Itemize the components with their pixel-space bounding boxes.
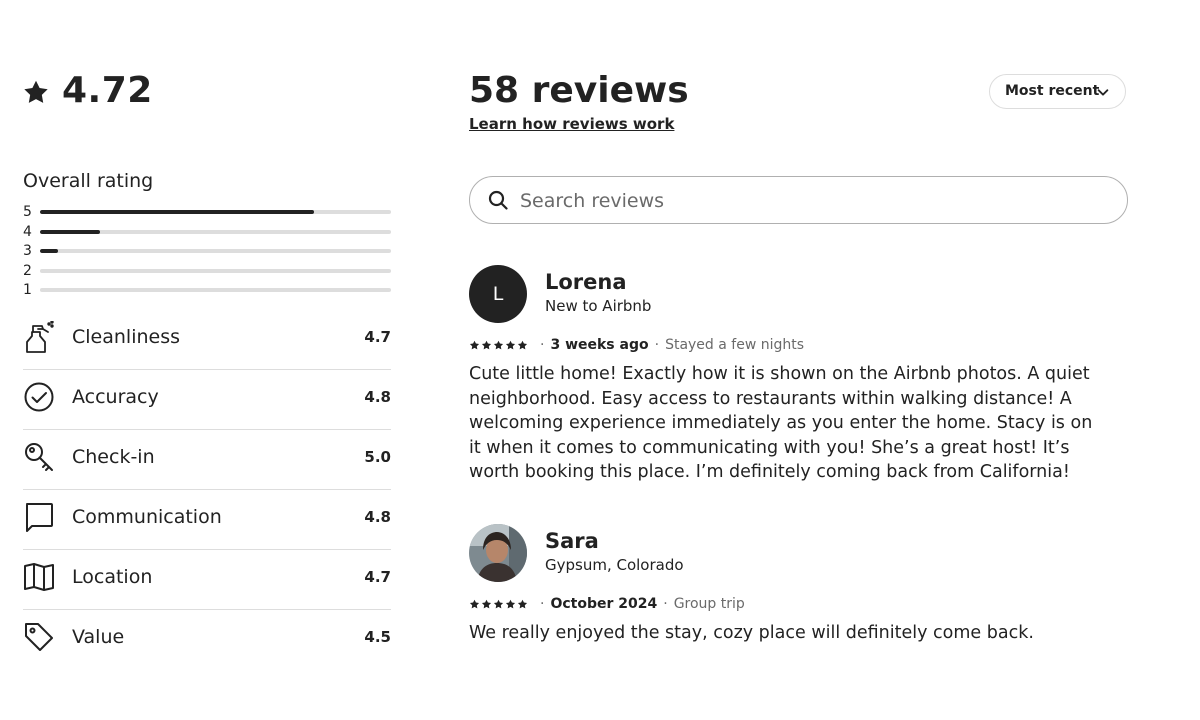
rating-bar bbox=[40, 269, 391, 273]
overall-rating-title: Overall rating bbox=[23, 170, 154, 192]
map-icon bbox=[24, 563, 54, 591]
category-label: Communication bbox=[72, 506, 222, 528]
category-label: Value bbox=[72, 626, 125, 648]
category-label: Accuracy bbox=[72, 386, 159, 408]
rating-bar bbox=[40, 249, 391, 253]
reviewer-name: Sara bbox=[545, 529, 599, 553]
rating-bar bbox=[40, 288, 391, 292]
rating-distribution-row: 4 bbox=[23, 222, 391, 242]
category-score: 4.7 bbox=[364, 568, 391, 586]
stay-type: Group trip bbox=[673, 596, 745, 612]
reviewer-subtitle: Gypsum, Colorado bbox=[545, 556, 684, 574]
category-score: 4.5 bbox=[364, 628, 391, 646]
category-cleanliness: Cleanliness 4.7 bbox=[23, 309, 391, 369]
star-icon bbox=[493, 340, 504, 349]
rating-star-number: 2 bbox=[23, 263, 32, 279]
star-icon bbox=[505, 599, 516, 608]
avatar[interactable] bbox=[469, 524, 527, 582]
rating-star-number: 5 bbox=[23, 204, 32, 220]
rating-bar-fill bbox=[40, 230, 100, 234]
category-accuracy: Accuracy 4.8 bbox=[23, 369, 391, 429]
avatar-initial: L bbox=[469, 265, 527, 323]
rating-bar bbox=[40, 230, 391, 234]
star-icon bbox=[517, 340, 528, 349]
category-label: Cleanliness bbox=[72, 326, 181, 348]
overall-score: 4.72 bbox=[62, 70, 153, 111]
rating-star-number: 3 bbox=[23, 243, 32, 259]
category-score: 5.0 bbox=[364, 448, 391, 466]
search-input[interactable] bbox=[518, 185, 1112, 217]
avatar-photo bbox=[469, 524, 527, 582]
category-communication: Communication 4.8 bbox=[23, 489, 391, 549]
category-value: Value 4.5 bbox=[23, 609, 391, 669]
check-circle-icon bbox=[24, 382, 54, 412]
rating-bar bbox=[40, 210, 391, 214]
chevron-down-icon bbox=[1097, 89, 1109, 96]
star-icon bbox=[469, 340, 480, 349]
review-date: 3 weeks ago bbox=[550, 337, 649, 353]
category-score: 4.7 bbox=[364, 328, 391, 346]
review-star-rating bbox=[469, 599, 528, 610]
review-text: Cute little home! Exactly how it is show… bbox=[469, 364, 1093, 482]
reviews-count-title: 58 reviews bbox=[469, 70, 689, 111]
category-label: Check-in bbox=[72, 446, 155, 468]
chat-bubble-icon bbox=[26, 503, 53, 532]
category-label: Location bbox=[72, 566, 153, 588]
key-icon bbox=[25, 443, 53, 471]
star-icon bbox=[481, 340, 492, 349]
rating-star-number: 4 bbox=[23, 224, 32, 240]
avatar[interactable]: L bbox=[469, 265, 527, 323]
sort-dropdown[interactable]: Most recent bbox=[989, 74, 1126, 109]
star-icon bbox=[505, 340, 516, 349]
category-score: 4.8 bbox=[364, 388, 391, 406]
stay-type: Stayed a few nights bbox=[665, 337, 805, 353]
learn-how-reviews-work-link[interactable]: Learn how reviews work bbox=[469, 115, 674, 133]
star-icon bbox=[469, 599, 480, 608]
rating-distribution-row: 5 bbox=[23, 202, 391, 222]
star-icon bbox=[493, 599, 504, 608]
search-icon bbox=[488, 190, 508, 210]
rating-bar-fill bbox=[40, 249, 58, 253]
rating-star-number: 1 bbox=[23, 282, 32, 298]
category-location: Location 4.7 bbox=[23, 549, 391, 609]
rating-distribution-row: 2 bbox=[23, 261, 391, 281]
review-meta: · 3 weeks ago · Stayed a few nights bbox=[469, 337, 804, 353]
review-star-rating bbox=[469, 340, 528, 351]
reviewer-subtitle: New to Airbnb bbox=[545, 297, 652, 315]
rating-bar-fill bbox=[40, 210, 314, 214]
spray-bottle-icon bbox=[26, 321, 54, 353]
star-icon bbox=[481, 599, 492, 608]
review-date: October 2024 bbox=[550, 596, 658, 612]
sort-label: Most recent bbox=[1005, 83, 1100, 99]
star-icon bbox=[517, 599, 528, 608]
category-check-in: Check-in 5.0 bbox=[23, 429, 391, 489]
price-tag-icon bbox=[25, 623, 53, 651]
rating-distribution-row: 1 bbox=[23, 280, 391, 300]
star-icon bbox=[24, 80, 48, 103]
category-score: 4.8 bbox=[364, 508, 391, 526]
reviewer-name: Lorena bbox=[545, 270, 627, 294]
search-reviews-box[interactable] bbox=[469, 176, 1128, 224]
rating-distribution-row: 3 bbox=[23, 241, 391, 261]
review-meta: · October 2024 · Group trip bbox=[469, 596, 745, 612]
review-text: We really enjoyed the stay, cozy place w… bbox=[469, 623, 1034, 643]
